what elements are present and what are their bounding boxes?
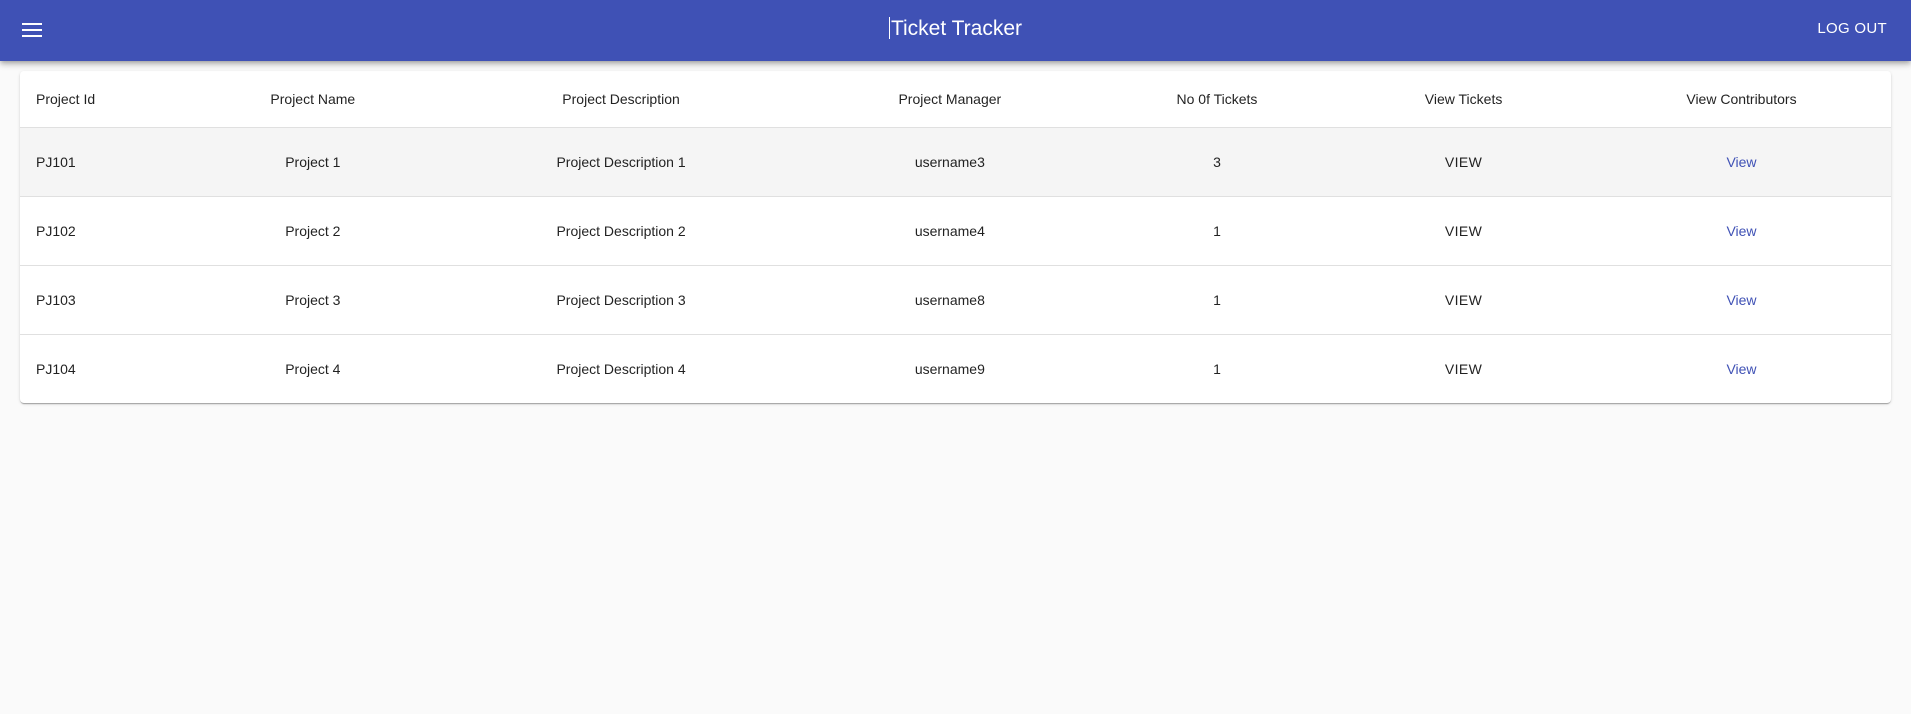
header-project-name: Project Name (184, 71, 442, 128)
view-contributors-link[interactable]: View (1726, 292, 1756, 308)
view-contributors-cell: View (1591, 196, 1891, 266)
ticket-count-cell: 3 (1098, 127, 1336, 197)
view-tickets-cell: VIEW (1335, 335, 1592, 404)
project-manager-cell: username4 (800, 196, 1099, 266)
project-name-cell: Project 3 (184, 265, 442, 335)
view-tickets-cell: VIEW (1335, 196, 1592, 266)
project-manager-cell: username9 (914, 361, 985, 377)
project-name-cell: Project 4 (285, 361, 341, 377)
header-project-description: Project Description (441, 71, 801, 128)
header-project-id: Project Id (20, 71, 185, 128)
ticket-count-cell: 1 (1098, 196, 1336, 266)
app-title: Ticket Tracker (890, 17, 1023, 40)
project-name-cell: Project 2 (184, 196, 442, 266)
view-tickets-cell: VIEW (1335, 127, 1592, 197)
projects-table-card: Project Id Project Name Project Descript… (20, 71, 1891, 403)
text-cursor (888, 17, 890, 39)
view-tickets-button[interactable]: VIEW (1437, 217, 1490, 245)
table-row[interactable]: PJ102 Project 2 Project Description 2 us… (20, 196, 1891, 266)
project-description-cell: Project Description 1 (441, 127, 801, 197)
view-contributors-cell: View (1591, 265, 1891, 335)
table-header: Project Id Project Name Project Descript… (20, 71, 1891, 128)
logout-button[interactable]: LOG OUT (1809, 14, 1895, 44)
view-contributors-link[interactable]: View (1726, 154, 1756, 170)
table-row[interactable]: PJ101 Project 1 Project Description 1 us… (20, 127, 1891, 197)
project-description-cell: Project Description 2 (441, 196, 801, 266)
project-manager-cell: username3 (800, 127, 1099, 197)
view-contributors-cell: View (1592, 335, 1891, 404)
header-row: Project Id Project Name Project Descript… (20, 71, 1891, 128)
ticket-count-cell: 1 (1098, 265, 1336, 335)
table-body: PJ101 Project 1 Project Description 1 us… (20, 127, 1891, 404)
header-project-manager: Project Manager (800, 71, 1099, 128)
view-contributors-cell: View (1591, 127, 1891, 197)
project-description-cell: Project Description 4 (556, 361, 686, 377)
project-id-cell: PJ104 (36, 361, 76, 377)
view-contributors-link[interactable]: View (1726, 223, 1756, 239)
header-ticket-count: No 0f Tickets (1098, 71, 1336, 128)
projects-table: Project Id Project Name Project Descript… (20, 71, 1891, 403)
project-manager-cell: username8 (800, 265, 1099, 335)
header-view-contributors: View Contributors (1591, 71, 1891, 128)
app-title-container: Ticket Tracker (0, 0, 1911, 58)
project-id-cell: PJ102 (20, 196, 185, 266)
table-row[interactable]: PJ104 Project 4 Project Description 4 us… (20, 335, 1891, 404)
view-tickets-button[interactable]: VIEW (1437, 286, 1490, 314)
project-id-cell: PJ101 (20, 127, 185, 197)
view-tickets-button[interactable]: VIEW (1437, 355, 1490, 383)
project-name-cell: Project 1 (184, 127, 442, 197)
app-bar: Ticket Tracker LOG OUT (0, 0, 1911, 61)
view-tickets-button[interactable]: VIEW (1437, 148, 1490, 176)
view-contributors-link[interactable]: View (1726, 361, 1756, 377)
project-id-cell: PJ103 (20, 265, 185, 335)
ticket-count-cell: 1 (1213, 361, 1221, 377)
header-view-tickets: View Tickets (1335, 71, 1592, 128)
table-row[interactable]: PJ103 Project 3 Project Description 3 us… (20, 265, 1891, 335)
view-tickets-cell: VIEW (1335, 265, 1592, 335)
project-description-cell: Project Description 3 (441, 265, 801, 335)
